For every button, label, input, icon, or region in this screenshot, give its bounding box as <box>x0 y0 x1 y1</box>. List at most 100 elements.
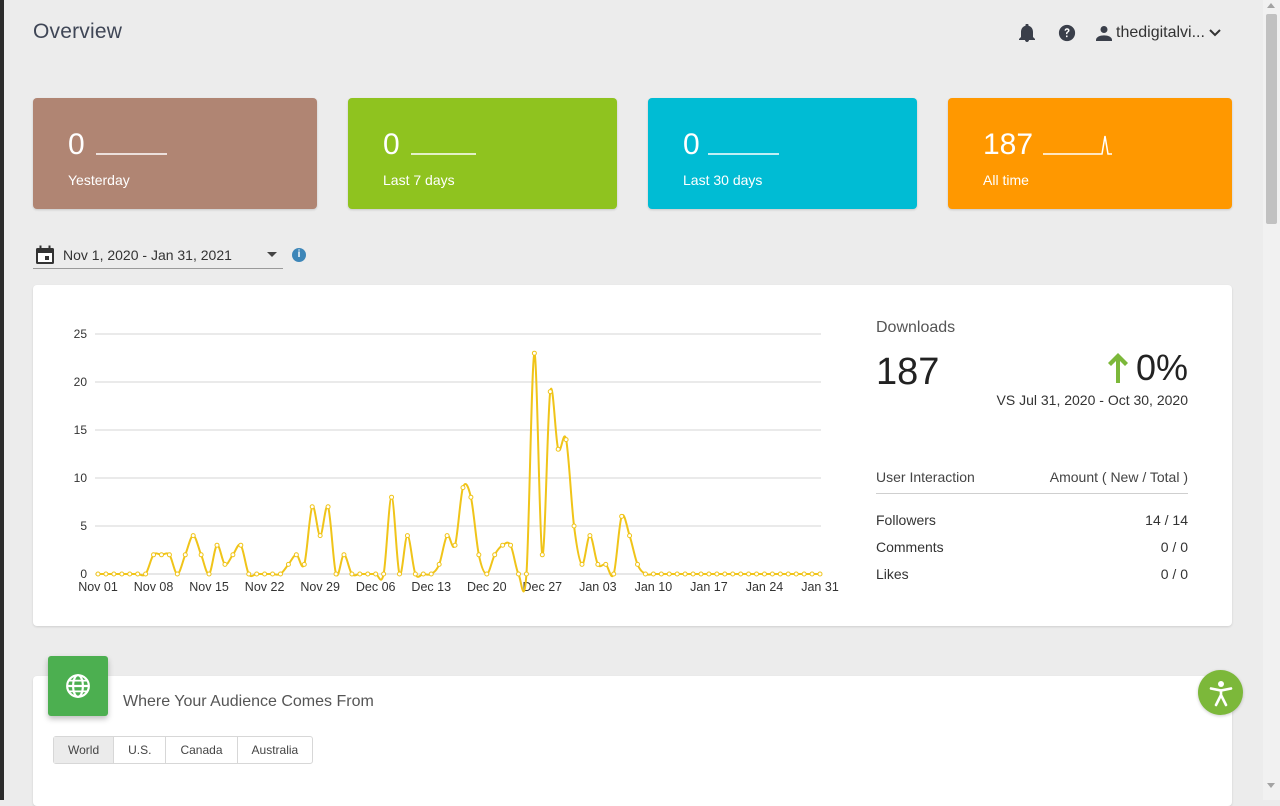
data-point[interactable] <box>333 571 339 577</box>
data-point[interactable] <box>682 571 688 577</box>
data-point[interactable] <box>357 571 363 577</box>
data-point[interactable] <box>571 523 577 529</box>
accessibility-icon[interactable] <box>1198 670 1243 715</box>
data-point[interactable] <box>698 571 704 577</box>
data-point[interactable] <box>246 571 252 577</box>
data-point[interactable] <box>158 552 164 558</box>
data-point[interactable] <box>365 571 371 577</box>
data-point[interactable] <box>738 571 744 577</box>
tab-world[interactable]: World <box>54 737 115 763</box>
data-point[interactable] <box>254 571 260 577</box>
data-point[interactable] <box>555 446 561 452</box>
data-point[interactable] <box>619 513 625 519</box>
data-point[interactable] <box>238 542 244 548</box>
data-point[interactable] <box>349 571 355 577</box>
data-point[interactable] <box>785 571 791 577</box>
data-point[interactable] <box>436 561 442 567</box>
data-point[interactable] <box>127 571 133 577</box>
tab-canada[interactable]: Canada <box>166 737 238 763</box>
data-point[interactable] <box>658 571 664 577</box>
data-point[interactable] <box>769 571 775 577</box>
data-point[interactable] <box>452 542 458 548</box>
data-point[interactable] <box>635 561 641 567</box>
data-point[interactable] <box>301 561 307 567</box>
data-point[interactable] <box>325 504 331 510</box>
data-point[interactable] <box>714 571 720 577</box>
data-point[interactable] <box>666 571 672 577</box>
data-point[interactable] <box>396 571 402 577</box>
data-point[interactable] <box>404 533 410 539</box>
data-point[interactable] <box>674 571 680 577</box>
data-point[interactable] <box>817 571 823 577</box>
data-point[interactable] <box>381 571 387 577</box>
data-point[interactable] <box>174 571 180 577</box>
data-point[interactable] <box>523 571 529 577</box>
data-point[interactable] <box>143 571 149 577</box>
data-point[interactable] <box>579 561 585 567</box>
data-point[interactable] <box>611 571 617 577</box>
data-point[interactable] <box>341 552 347 558</box>
data-point[interactable] <box>317 533 323 539</box>
data-point[interactable] <box>190 533 196 539</box>
data-point[interactable] <box>262 571 268 577</box>
scroll-up-icon[interactable] <box>1267 3 1275 8</box>
data-point[interactable] <box>293 552 299 558</box>
tab-australia[interactable]: Australia <box>238 737 313 763</box>
data-point[interactable] <box>563 437 569 443</box>
data-point[interactable] <box>198 552 204 558</box>
data-point[interactable] <box>277 571 283 577</box>
data-point[interactable] <box>103 571 109 577</box>
data-point[interactable] <box>373 571 379 577</box>
user-menu[interactable]: thedigitalvi... <box>1096 24 1225 42</box>
data-point[interactable] <box>595 561 601 567</box>
data-point[interactable] <box>547 389 553 395</box>
scroll-down-icon[interactable] <box>1267 783 1275 788</box>
data-point[interactable] <box>642 571 648 577</box>
data-point[interactable] <box>285 561 291 567</box>
data-point[interactable] <box>151 552 157 558</box>
data-point[interactable] <box>420 571 426 577</box>
data-point[interactable] <box>309 504 315 510</box>
data-point[interactable] <box>754 571 760 577</box>
data-point[interactable] <box>793 571 799 577</box>
data-point[interactable] <box>539 552 545 558</box>
data-point[interactable] <box>222 561 228 567</box>
data-point[interactable] <box>801 571 807 577</box>
data-point[interactable] <box>95 571 101 577</box>
data-point[interactable] <box>650 571 656 577</box>
data-point[interactable] <box>270 571 276 577</box>
data-point[interactable] <box>182 552 188 558</box>
data-point[interactable] <box>706 571 712 577</box>
data-point[interactable] <box>230 552 236 558</box>
data-point[interactable] <box>206 571 212 577</box>
data-point[interactable] <box>508 542 514 548</box>
data-point[interactable] <box>603 561 609 567</box>
data-point[interactable] <box>444 533 450 539</box>
data-point[interactable] <box>516 571 522 577</box>
bell-icon[interactable] <box>1016 22 1038 44</box>
data-point[interactable] <box>627 533 633 539</box>
data-point[interactable] <box>531 350 537 356</box>
data-point[interactable] <box>476 552 482 558</box>
data-point[interactable] <box>460 485 466 491</box>
data-point[interactable] <box>214 542 220 548</box>
data-point[interactable] <box>389 494 395 500</box>
data-point[interactable] <box>722 571 728 577</box>
vertical-scrollbar[interactable] <box>1263 0 1280 800</box>
data-point[interactable] <box>587 533 593 539</box>
data-point[interactable] <box>135 571 141 577</box>
data-point[interactable] <box>428 571 434 577</box>
scroll-thumb[interactable] <box>1266 14 1277 224</box>
data-point[interactable] <box>500 542 506 548</box>
data-point[interactable] <box>777 571 783 577</box>
tab-us[interactable]: U.S. <box>114 737 167 763</box>
data-point[interactable] <box>746 571 752 577</box>
data-point[interactable] <box>166 552 172 558</box>
data-point[interactable] <box>468 494 474 500</box>
data-point[interactable] <box>730 571 736 577</box>
data-point[interactable] <box>119 571 125 577</box>
data-point[interactable] <box>492 552 498 558</box>
data-point[interactable] <box>809 571 815 577</box>
data-point[interactable] <box>690 571 696 577</box>
date-range-picker[interactable]: Nov 1, 2020 - Jan 31, 2021 <box>33 241 283 269</box>
